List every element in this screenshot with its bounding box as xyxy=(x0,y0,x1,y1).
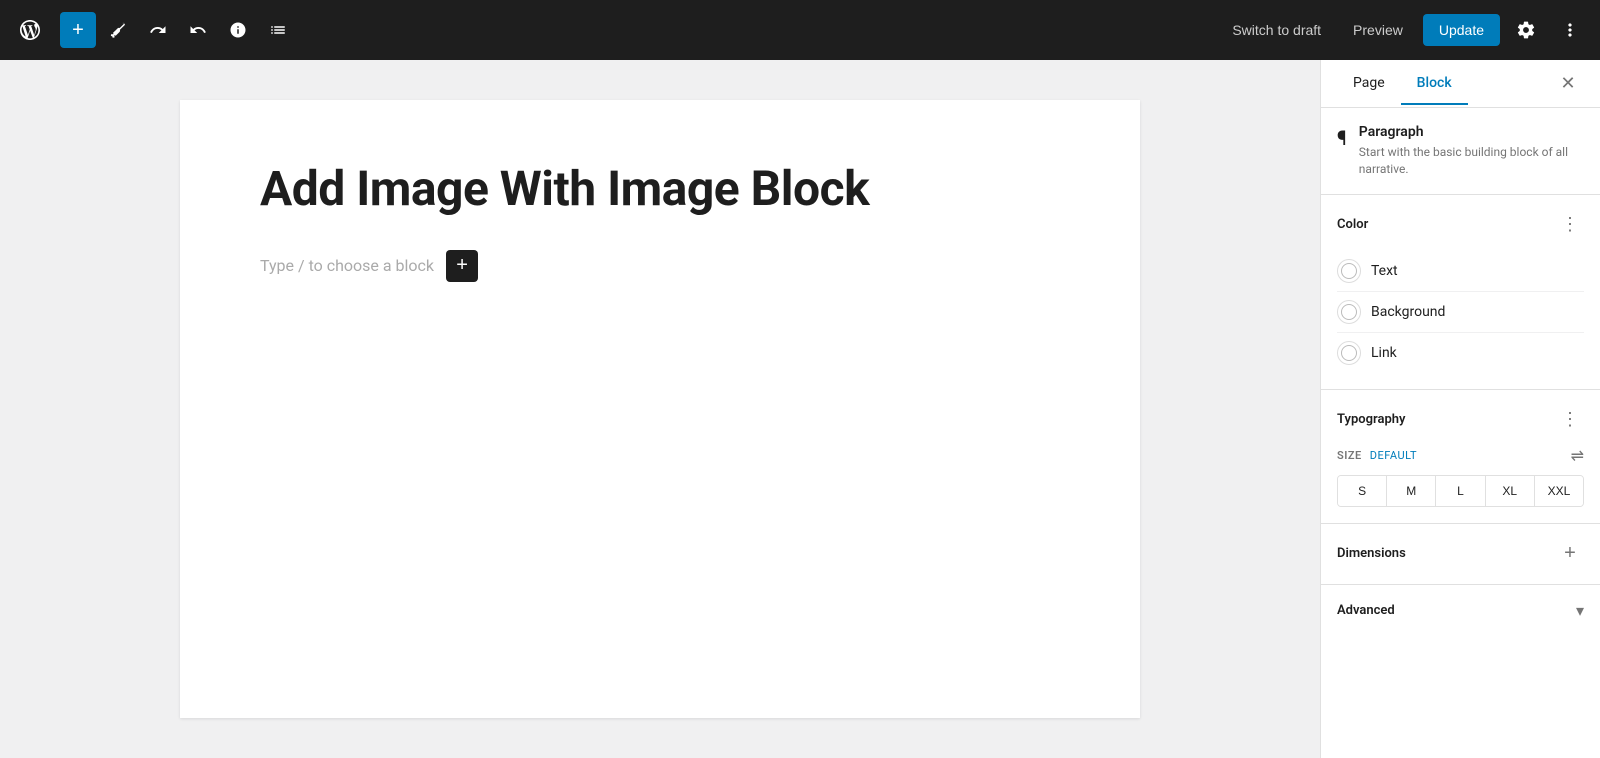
size-buttons: S M L XL XXL xyxy=(1337,475,1584,507)
color-text-label: Text xyxy=(1371,263,1398,279)
typography-section: Typography ⋮ SIZE DEFAULT ⇌ S M L XL XXL xyxy=(1321,390,1600,524)
color-section-header: Color ⋮ xyxy=(1337,211,1584,239)
dimensions-header: Dimensions + xyxy=(1337,540,1584,568)
switch-to-draft-button[interactable]: Switch to draft xyxy=(1220,16,1333,44)
link-color-circle xyxy=(1337,341,1361,365)
size-label-default: DEFAULT xyxy=(1370,449,1417,462)
color-link-label: Link xyxy=(1371,345,1397,361)
info-button[interactable] xyxy=(220,12,256,48)
color-more-button[interactable]: ⋮ xyxy=(1556,211,1584,239)
dimensions-section: Dimensions + xyxy=(1321,524,1600,585)
size-btn-xl[interactable]: XL xyxy=(1486,476,1535,506)
block-info-text: Paragraph Start with the basic building … xyxy=(1359,124,1584,178)
color-background-label: Background xyxy=(1371,304,1445,320)
panel-close-button[interactable]: ✕ xyxy=(1552,68,1584,100)
typography-section-header: Typography ⋮ xyxy=(1337,406,1584,434)
size-btn-l[interactable]: L xyxy=(1436,476,1485,506)
tab-block[interactable]: Block xyxy=(1401,63,1468,105)
text-color-circle xyxy=(1337,259,1361,283)
right-panel: Page Block ✕ ¶ Paragraph Start with the … xyxy=(1320,60,1600,758)
panel-header: Page Block ✕ xyxy=(1321,60,1600,108)
size-btn-s[interactable]: S xyxy=(1338,476,1387,506)
redo-button[interactable] xyxy=(180,12,216,48)
block-description: Start with the basic building block of a… xyxy=(1359,144,1584,178)
toolbar: + Switch to draft Preview Update xyxy=(0,0,1600,60)
editor: Add Image With Image Block Type / to cho… xyxy=(0,60,1320,758)
add-block-inline-button[interactable]: + xyxy=(446,250,478,282)
size-btn-m[interactable]: M xyxy=(1387,476,1436,506)
color-item-link[interactable]: Link xyxy=(1337,333,1584,373)
add-block-toolbar-button[interactable]: + xyxy=(60,12,96,48)
size-label-row: SIZE DEFAULT ⇌ xyxy=(1337,446,1584,465)
advanced-header[interactable]: Advanced ▾ xyxy=(1337,601,1584,620)
size-label-text: SIZE xyxy=(1337,449,1362,462)
background-color-circle xyxy=(1337,300,1361,324)
color-item-text[interactable]: Text xyxy=(1337,251,1584,292)
size-controls-icon[interactable]: ⇌ xyxy=(1571,446,1584,465)
pencil-button[interactable] xyxy=(100,12,136,48)
typography-more-button[interactable]: ⋮ xyxy=(1556,406,1584,434)
block-name: Paragraph xyxy=(1359,124,1584,140)
paragraph-icon: ¶ xyxy=(1337,126,1347,150)
advanced-section: Advanced ▾ xyxy=(1321,585,1600,636)
size-btn-xxl[interactable]: XXL xyxy=(1535,476,1583,506)
toolbar-right: Switch to draft Preview Update xyxy=(1220,12,1588,48)
block-info: ¶ Paragraph Start with the basic buildin… xyxy=(1321,108,1600,195)
undo-button[interactable] xyxy=(140,12,176,48)
advanced-section-title: Advanced xyxy=(1337,603,1395,618)
preview-button[interactable]: Preview xyxy=(1341,16,1415,44)
update-button[interactable]: Update xyxy=(1423,14,1500,46)
advanced-chevron-icon: ▾ xyxy=(1576,601,1584,620)
color-item-background[interactable]: Background xyxy=(1337,292,1584,333)
tab-page[interactable]: Page xyxy=(1337,63,1401,105)
placeholder-text[interactable]: Type / to choose a block xyxy=(260,256,434,275)
paragraph-block: Type / to choose a block + xyxy=(260,250,1060,282)
list-view-button[interactable] xyxy=(260,12,296,48)
dimensions-add-button[interactable]: + xyxy=(1556,540,1584,568)
more-options-button[interactable] xyxy=(1552,12,1588,48)
dimensions-section-title: Dimensions xyxy=(1337,546,1406,561)
main-area: Add Image With Image Block Type / to cho… xyxy=(0,60,1600,758)
color-section-title: Color xyxy=(1337,217,1368,232)
post-title[interactable]: Add Image With Image Block xyxy=(260,160,1060,218)
color-section: Color ⋮ Text Background Link xyxy=(1321,195,1600,390)
panel-tabs: Page Block xyxy=(1337,63,1552,105)
editor-canvas: Add Image With Image Block Type / to cho… xyxy=(180,100,1140,718)
settings-button[interactable] xyxy=(1508,12,1544,48)
wp-logo[interactable] xyxy=(12,12,48,48)
typography-section-title: Typography xyxy=(1337,412,1406,427)
